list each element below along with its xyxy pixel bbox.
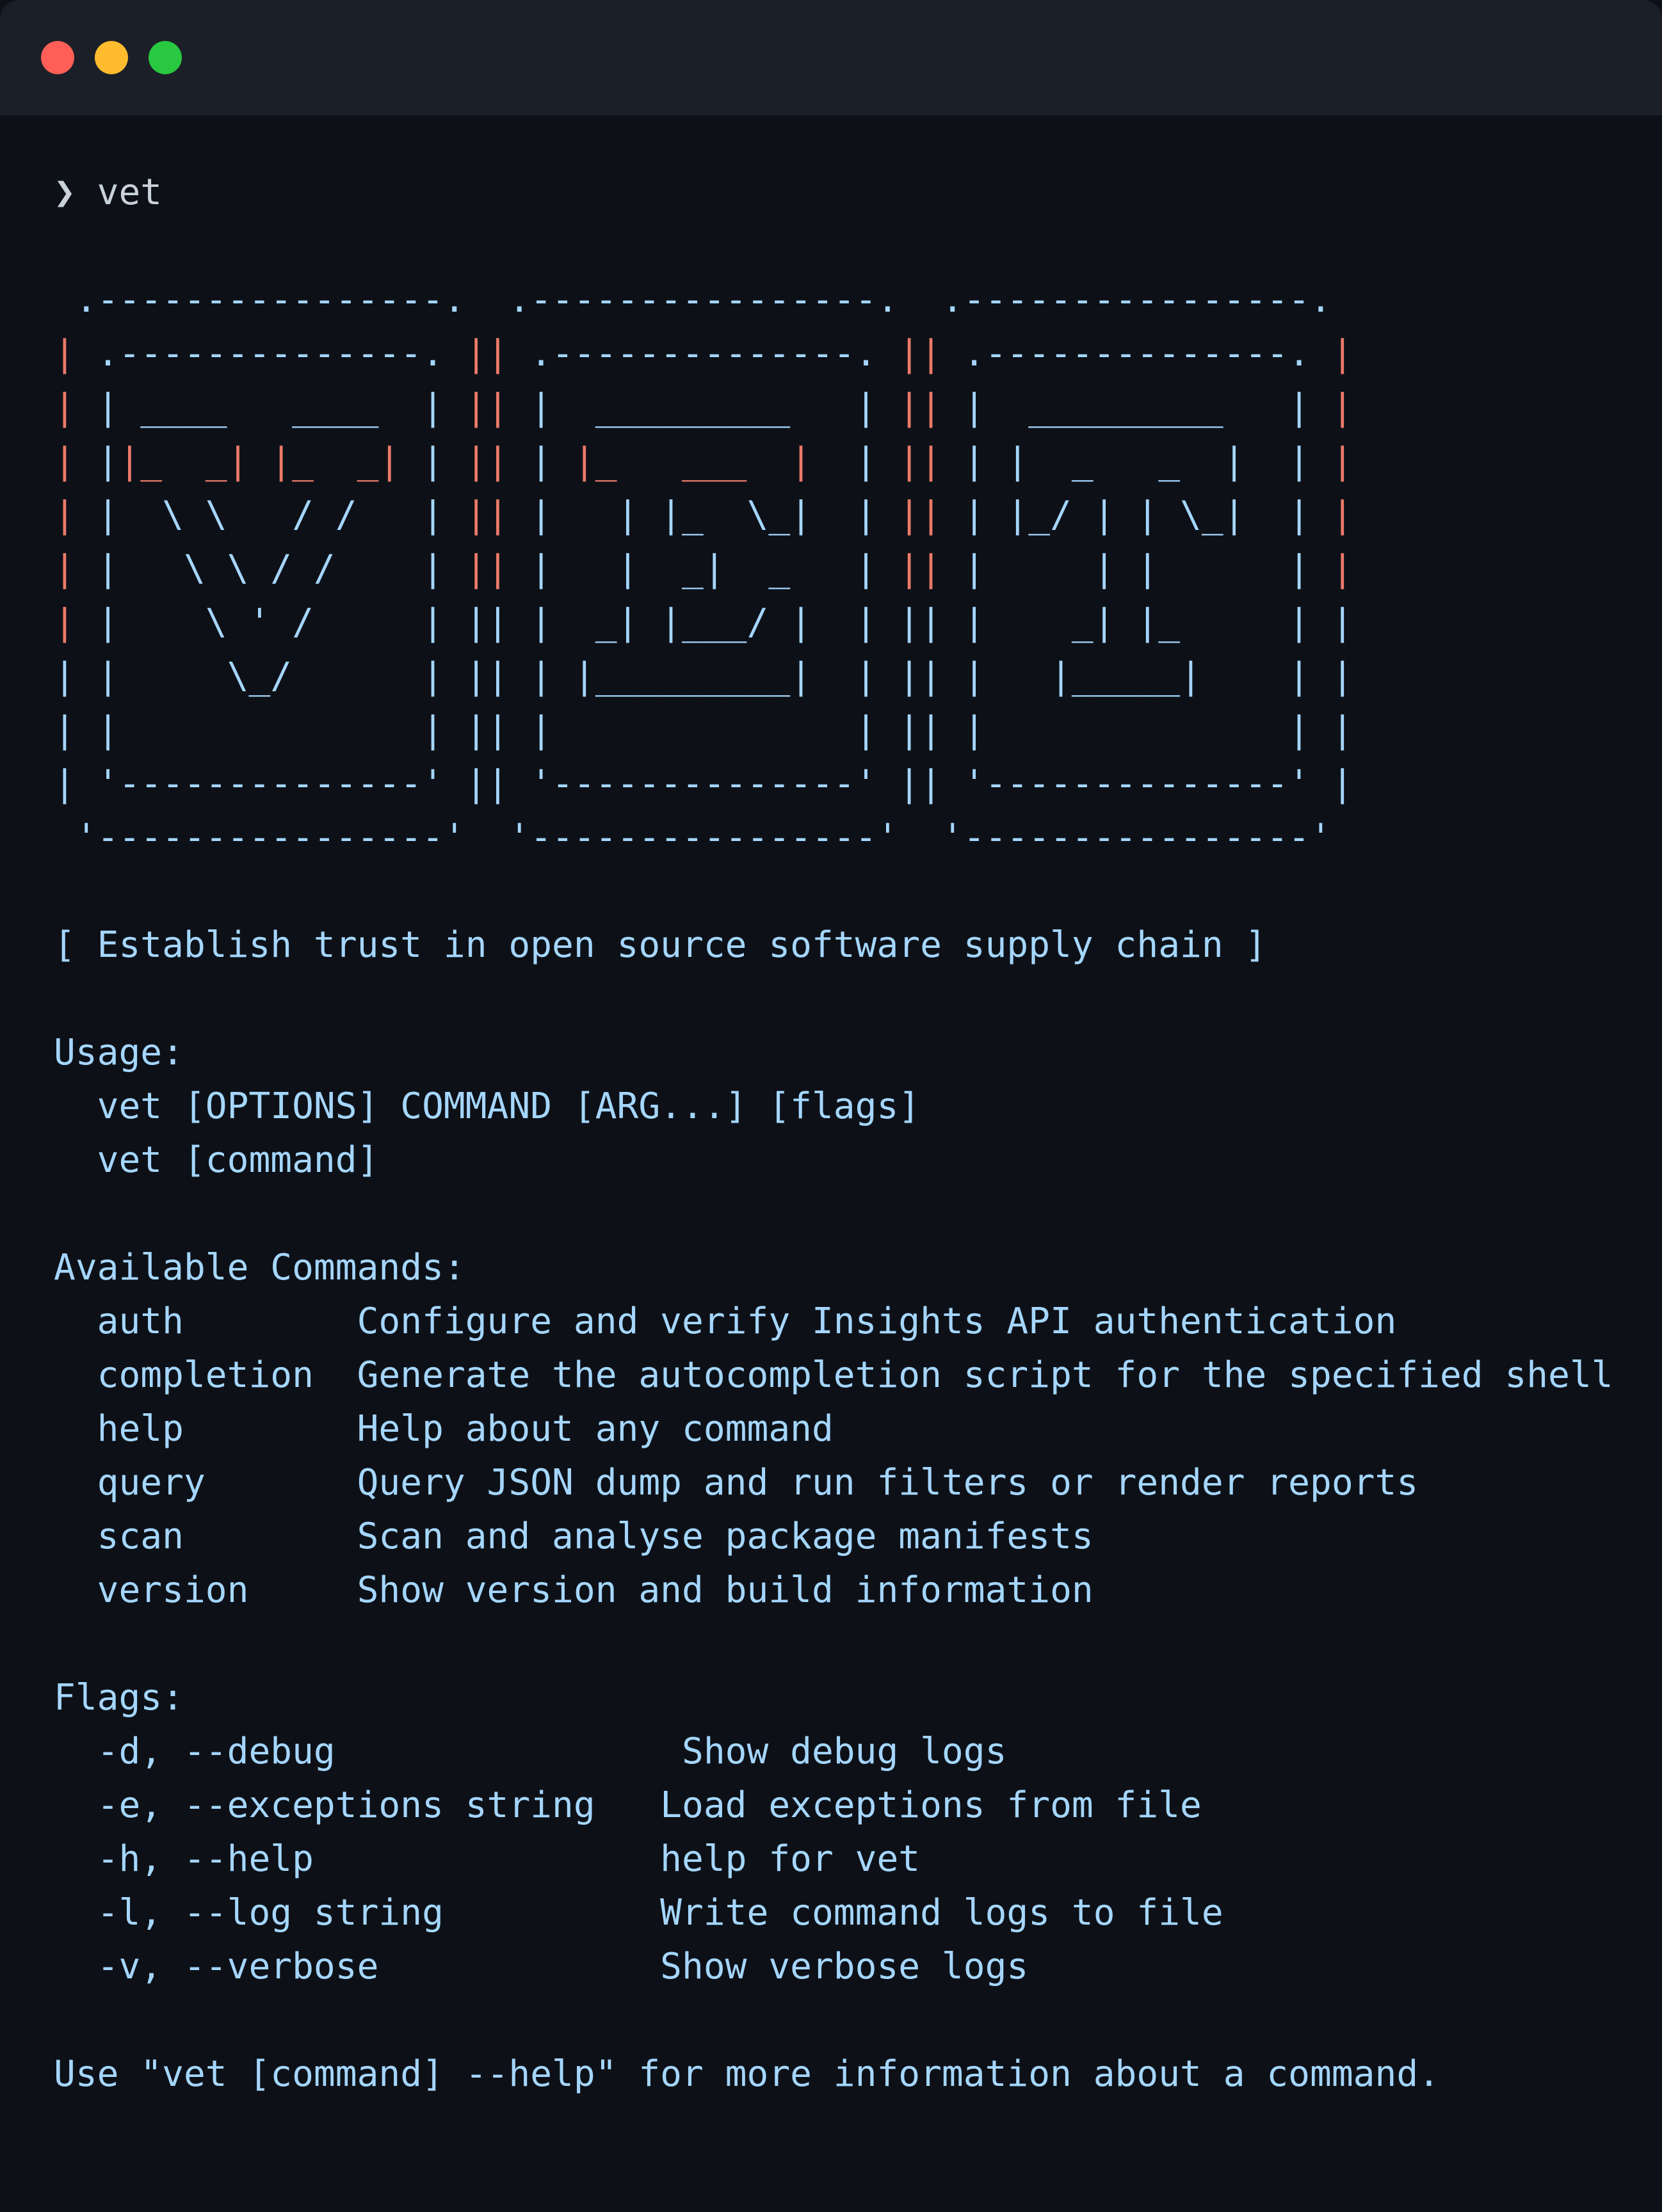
commands-heading: Available Commands: [54,1247,465,1288]
banner-line: | | | || | | || | | | [54,709,1353,751]
banner-segment: || [465,333,531,374]
banner-segment: .--------------. [97,333,465,374]
banner-segment: || [465,387,531,428]
flag-log: -l, --log string Write command logs to f… [54,1892,1223,1934]
terminal-output: ❯ vet .----------------. .--------------… [54,166,1613,2101]
banner-segment: | [97,440,119,482]
banner-segment: '----------------' '----------------' '-… [54,817,1332,858]
banner-segment: || [465,548,531,589]
banner-segment: | [54,333,97,374]
minimize-button[interactable] [95,41,128,74]
flag-verbose: -v, --verbose Show verbose logs [54,1946,1029,1987]
banner-segment: | ____ ____ | [97,387,465,428]
banner-segment: | [1331,494,1353,536]
banner-line: .----------------. .----------------. .-… [54,279,1332,321]
banner-segment: | | | || | | || | | | [54,709,1353,751]
banner-segment: | [1331,440,1353,482]
banner-segment: || [898,387,964,428]
banner-segment: | [1331,333,1353,374]
prompt-command: vet [97,172,163,213]
command-query: query Query JSON dump and run filters or… [54,1462,1419,1503]
command-version: version Show version and build informati… [54,1569,1093,1611]
flags-heading: Flags: [54,1677,184,1719]
flag-debug: -d, --debug Show debug logs [54,1731,1007,1772]
banner-segment: | _________ | [530,387,899,428]
banner-segment: | '--------------' || '--------------' |… [54,763,1353,805]
banner-segment: || [465,494,531,536]
banner-segment: |_ _| |_ _| [118,440,401,482]
banner-segment: | |_/ | | \_| | [963,494,1332,536]
banner-line: | | \ \ / / | || | | _| _ | || | | | | | [54,548,1353,589]
maximize-button[interactable] [149,41,182,74]
title-bar [0,0,1662,115]
banner-segment: | _________ | [963,387,1332,428]
ascii-art-banner: .----------------. .----------------. .-… [54,279,1353,858]
banner-line: | | \_/ | || | |_________| | || | |_____… [54,655,1353,697]
banner-segment: | [54,387,97,428]
banner-segment: .----------------. .----------------. .-… [54,279,1332,321]
banner-line: | | ____ ____ | || | _________ | || | __… [54,387,1353,428]
footer-hint: Use "vet [command] --help" for more info… [54,2053,1440,2095]
banner-segment: | | _ _ | [963,440,1289,482]
banner-segment: | | \_/ | || | |_________| | || | |_____… [54,655,1353,697]
terminal-window: ❯ vet .----------------. .--------------… [0,0,1662,2212]
banner-segment: || [898,440,964,482]
banner-line: '----------------' '----------------' '-… [54,817,1332,858]
banner-segment: | | | | [963,548,1332,589]
banner-line: | ||_ _| |_ _| | || | |_ ___ | | || | | … [54,440,1353,482]
banner-line: | .--------------. || .--------------. |… [54,333,1353,374]
banner-segment: | | _| _ | [530,548,899,589]
banner-segment: | [1331,548,1353,589]
command-scan: scan Scan and analyse package manifests [54,1516,1093,1557]
banner-segment: | [54,548,97,589]
banner-segment: | [530,440,574,482]
close-button[interactable] [41,41,74,74]
banner-segment: | [811,440,899,482]
flag-exceptions: -e, --exceptions string Load exceptions … [54,1784,1202,1826]
banner-segment: | \ \ / / | [97,548,465,589]
command-completion: completion Generate the autocompletion s… [54,1354,1613,1396]
banner-segment: | [1288,440,1332,482]
flag-help: -h, --help help for vet [54,1838,921,1880]
banner-segment: | | |_ \_| | [530,494,899,536]
banner-segment: |_ ___ | [573,440,812,482]
tagline: [ Establish trust in open source softwar… [54,924,1267,966]
banner-segment: | \ ' / | || | _| |___/ | | || | _| |_ |… [97,602,1353,643]
prompt-symbol: ❯ [54,172,76,213]
banner-line: | '--------------' || '--------------' |… [54,763,1353,805]
usage-line: vet [OPTIONS] COMMAND [ARG...] [flags] [54,1086,921,1127]
banner-segment: .--------------. [963,333,1332,374]
banner-segment: | [1331,387,1353,428]
banner-segment: | \ \ / / | [97,494,465,536]
banner-segment: || [465,440,531,482]
command-help: help Help about any command [54,1408,834,1450]
banner-segment: | [54,440,97,482]
banner-segment: | [54,494,97,536]
banner-segment: || [898,494,964,536]
command-auth: auth Configure and verify Insights API a… [54,1301,1397,1342]
banner-segment: .--------------. [530,333,899,374]
banner-segment: || [898,548,964,589]
banner-line: | | \ \ / / | || | | |_ \_| | || | |_/ |… [54,494,1353,536]
banner-segment: | [400,440,465,482]
banner-segment: | [54,602,97,643]
banner-segment: || [898,333,964,374]
prompt-line: ❯ vet [54,172,162,213]
banner-line: | | \ ' / | || | _| |___/ | | || | _| |_… [54,602,1353,643]
usage-line: vet [command] [54,1139,379,1181]
usage-heading: Usage: [54,1032,184,1073]
